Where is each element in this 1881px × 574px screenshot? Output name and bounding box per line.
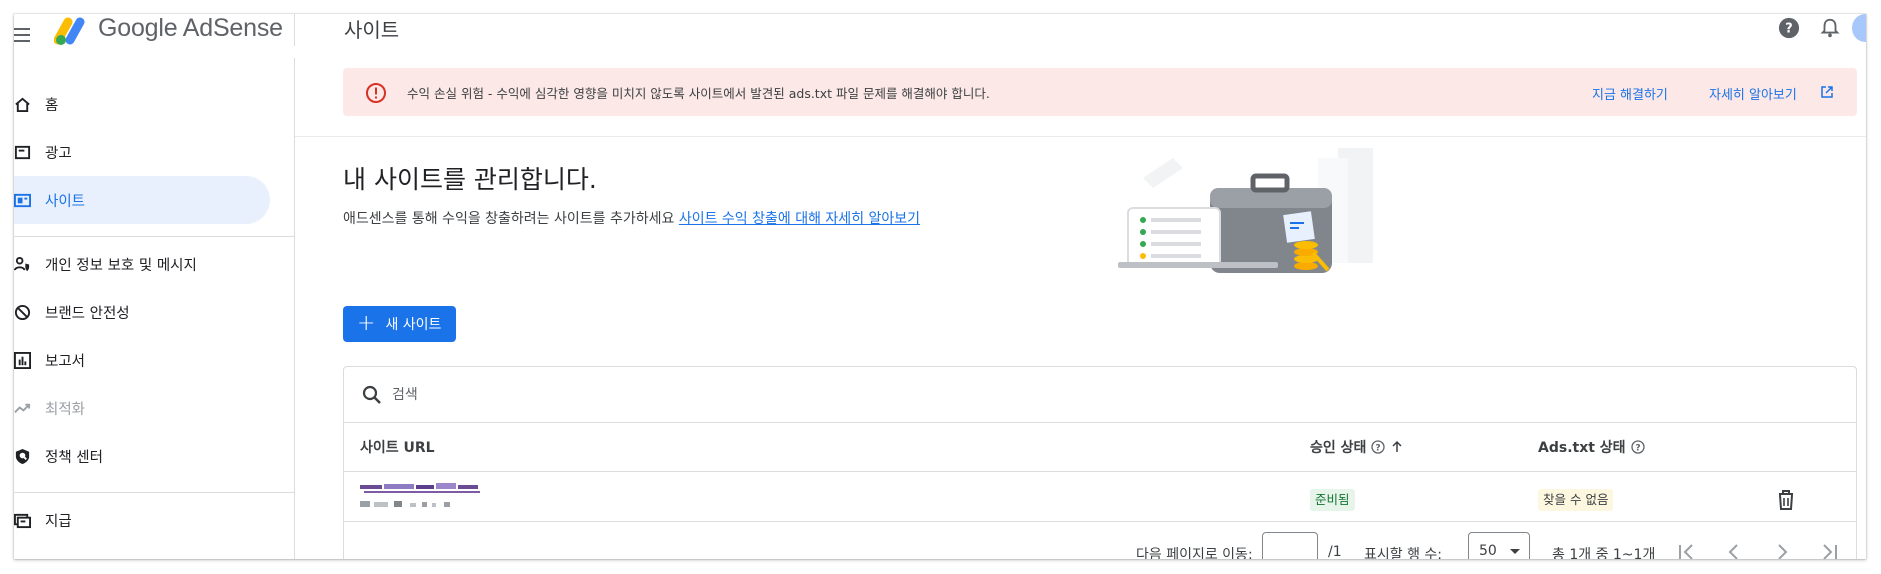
- description-text: 애드센스를 통해 수익을 창출하려는 사이트를 추가하세요: [343, 211, 675, 227]
- optimization-icon: [14, 403, 31, 413]
- sidebar-item-ads[interactable]: 광고: [14, 128, 270, 176]
- first-page-icon[interactable]: [1674, 540, 1698, 559]
- sidebar-item-label: 보고서: [45, 354, 86, 370]
- svg-text:?: ?: [1785, 22, 1792, 37]
- fix-now-link[interactable]: 지금 해결하기: [1592, 84, 1668, 103]
- goto-page-label: 다음 페이지로 이동:: [1136, 547, 1253, 559]
- content-divider: [295, 136, 1866, 137]
- row-divider: [344, 521, 1856, 522]
- topbar-divider: [294, 14, 295, 46]
- column-header-label: 승인 상태: [1310, 440, 1367, 456]
- sidebar-item-label: 홈: [45, 98, 59, 114]
- plus-icon: +: [357, 311, 376, 336]
- home-icon: [15, 97, 30, 113]
- brand-name: Google AdSense: [98, 14, 283, 42]
- column-header-approval-status[interactable]: 승인 상태 ?: [1310, 437, 1404, 457]
- page-headline: 내 사이트를 관리합니다.: [343, 165, 597, 194]
- new-site-button[interactable]: + 새 사이트: [343, 306, 456, 342]
- sidebar-item-privacy[interactable]: 개인 정보 보호 및 메시지: [14, 240, 270, 288]
- sidebar-item-optimization[interactable]: 최적화: [14, 384, 270, 432]
- delete-icon[interactable]: [1776, 489, 1796, 511]
- help-icon[interactable]: ?: [1778, 17, 1800, 39]
- page-title: 사이트: [344, 18, 400, 42]
- header-divider: [344, 471, 1856, 472]
- goto-page-input[interactable]: [1262, 532, 1318, 559]
- new-site-label: 새 사이트: [385, 317, 442, 333]
- rows-per-page-value: 50: [1479, 543, 1497, 559]
- error-icon: [366, 83, 386, 103]
- sites-icon: [14, 193, 31, 208]
- policy-icon: [15, 448, 30, 465]
- column-header-label: 사이트 URL: [360, 440, 435, 456]
- rows-per-page-select[interactable]: 50: [1468, 532, 1530, 559]
- page-total: /1: [1328, 544, 1342, 559]
- adsense-logo-icon: [54, 17, 85, 45]
- app-window: Google AdSense 사이트 ? 홈 광고 사이트 개인 정보 보호 및…: [14, 14, 1866, 559]
- column-header-ads-txt-status[interactable]: Ads.txt 상태 ?: [1538, 437, 1645, 457]
- learn-more-link[interactable]: 자세히 알아보기: [1709, 84, 1797, 103]
- pagination-summary: 총 1개 중 1~1개: [1552, 547, 1656, 559]
- column-header-label: Ads.txt 상태: [1538, 440, 1626, 456]
- sidebar-item-reports[interactable]: 보고서: [14, 336, 270, 384]
- sidebar-item-label: 브랜드 안전성: [45, 306, 130, 322]
- column-header-site-url[interactable]: 사이트 URL: [360, 437, 435, 457]
- notifications-icon[interactable]: [1819, 17, 1841, 39]
- last-page-icon[interactable]: [1818, 540, 1842, 559]
- sidebar-item-account[interactable]: 계정: [14, 544, 270, 559]
- avatar[interactable]: [1852, 14, 1866, 42]
- sidebar-item-policy[interactable]: 정책 센터: [14, 432, 270, 480]
- ads-txt-status-badge: 찾을 수 없음: [1538, 489, 1614, 511]
- sidebar-item-label: 계정: [45, 558, 72, 559]
- pagination-bar: 다음 페이지로 이동: /1 표시할 행 수: 50 총 1개 중 1~1개: [344, 532, 1856, 559]
- learn-about-monetization-link[interactable]: 사이트 수익 창출에 대해 자세히 알아보기: [679, 211, 920, 227]
- ads-icon: [14, 145, 31, 160]
- sites-table: 사이트 URL 승인 상태 ? Ads.txt 상태 ?: [343, 366, 1857, 559]
- site-url-redacted[interactable]: [360, 481, 488, 515]
- reports-icon: [14, 352, 31, 369]
- main-content: 수익 손실 위험 - 수익에 심각한 영향을 미치지 않도록 사이트에서 발견된…: [295, 58, 1866, 559]
- sidebar-divider: [14, 236, 295, 237]
- sidebar-item-sites[interactable]: 사이트: [14, 176, 270, 224]
- sidebar-nav: 홈 광고 사이트 개인 정보 보호 및 메시지 브랜드 안전성 보고서 최적화: [14, 58, 295, 559]
- svg-text:?: ?: [1376, 444, 1381, 454]
- sidebar-item-label: 지급: [45, 514, 72, 530]
- rows-per-page-label: 표시할 행 수:: [1364, 547, 1443, 559]
- sidebar-item-label: 광고: [45, 146, 72, 162]
- sidebar-item-brand-safety[interactable]: 브랜드 안전성: [14, 288, 270, 336]
- sidebar-item-label: 정책 센터: [45, 450, 103, 466]
- sidebar-item-label: 개인 정보 보호 및 메시지: [45, 258, 197, 274]
- top-app-bar: Google AdSense 사이트 ?: [14, 14, 1866, 58]
- previous-page-icon[interactable]: [1722, 540, 1746, 559]
- search-input[interactable]: [392, 383, 892, 407]
- sidebar-divider: [14, 492, 295, 493]
- help-outline-icon[interactable]: ?: [1371, 440, 1386, 454]
- help-outline-icon[interactable]: ?: [1630, 440, 1645, 454]
- alert-message: 수익 손실 위험 - 수익에 심각한 영향을 미치지 않도록 사이트에서 발견된…: [407, 86, 990, 101]
- page-description: 애드센스를 통해 수익을 창출하려는 사이트를 추가하세요 사이트 수익 창출에…: [343, 208, 920, 228]
- table-search-bar: [344, 367, 1856, 423]
- menu-icon[interactable]: [14, 28, 32, 42]
- payments-icon: [14, 513, 31, 529]
- sidebar-item-label: 최적화: [45, 402, 86, 418]
- approval-status-badge: 준비됨: [1310, 489, 1355, 511]
- search-icon: [362, 385, 381, 404]
- open-in-new-icon[interactable]: [1821, 86, 1833, 98]
- sidebar-item-payments[interactable]: 지급: [14, 496, 270, 544]
- chevron-down-icon: [1510, 549, 1520, 554]
- sidebar-item-label: 사이트: [45, 194, 86, 210]
- ads-txt-alert-banner: 수익 손실 위험 - 수익에 심각한 영향을 미치지 않도록 사이트에서 발견된…: [343, 68, 1857, 116]
- sort-ascending-icon[interactable]: [1390, 440, 1404, 454]
- svg-text:?: ?: [1635, 444, 1640, 454]
- next-page-icon[interactable]: [1770, 540, 1794, 559]
- briefcase-illustration-icon: [1118, 148, 1373, 273]
- brand-safety-icon: [14, 304, 31, 321]
- sidebar-item-home[interactable]: 홈: [14, 80, 270, 128]
- privacy-icon: [14, 256, 30, 272]
